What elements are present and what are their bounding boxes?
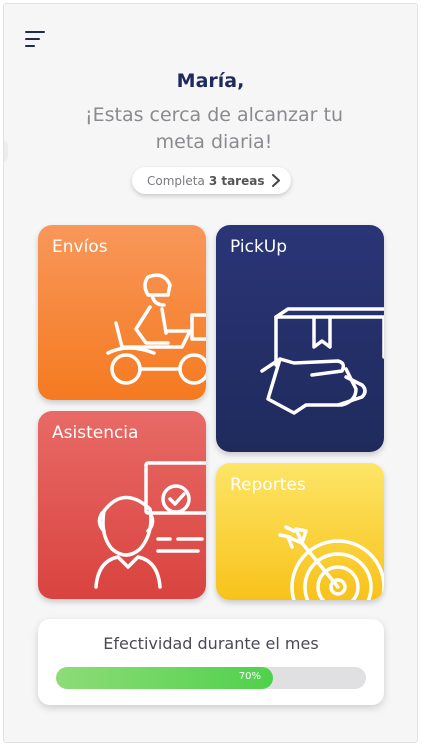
support-agent-icon [94, 461, 206, 589]
goal-count: 3 tareas [208, 173, 265, 188]
goal-prefix: Completa [147, 173, 205, 188]
card-asistencia-label: Asistencia [52, 423, 139, 443]
effectiveness-percent-label: 70% [238, 671, 261, 682]
chevron-right-icon [272, 174, 280, 187]
card-pickup[interactable]: PickUp [216, 225, 384, 452]
effectiveness-progress-fill: 70% [56, 667, 273, 689]
effectiveness-title: Efectividad durante el mes [103, 634, 319, 653]
card-asistencia[interactable]: Asistencia [38, 411, 206, 599]
menu-icon[interactable] [25, 31, 49, 51]
side-drawer-tab[interactable] [4, 140, 8, 162]
effectiveness-progress-bar: 70% [56, 667, 366, 689]
card-pickup-label: PickUp [230, 237, 288, 257]
effectiveness-card: Efectividad durante el mes 70% [38, 619, 384, 705]
target-arrow-icon [278, 525, 384, 600]
goal-message: ¡Estas cerca de alcanzar tu meta diaria! [84, 104, 343, 153]
greeting-name: María, [176, 70, 245, 92]
app-screen: María, ¡Estas cerca de alcanzar tu meta … [3, 3, 418, 743]
daily-goal-button[interactable]: Completa 3 tareas [132, 167, 291, 194]
card-reportes[interactable]: Reportes [216, 463, 384, 600]
package-hand-icon [260, 307, 384, 415]
delivery-scooter-icon [106, 273, 206, 385]
card-reportes-label: Reportes [230, 475, 306, 495]
card-envios[interactable]: Envíos [38, 225, 206, 400]
card-envios-label: Envíos [52, 237, 108, 257]
